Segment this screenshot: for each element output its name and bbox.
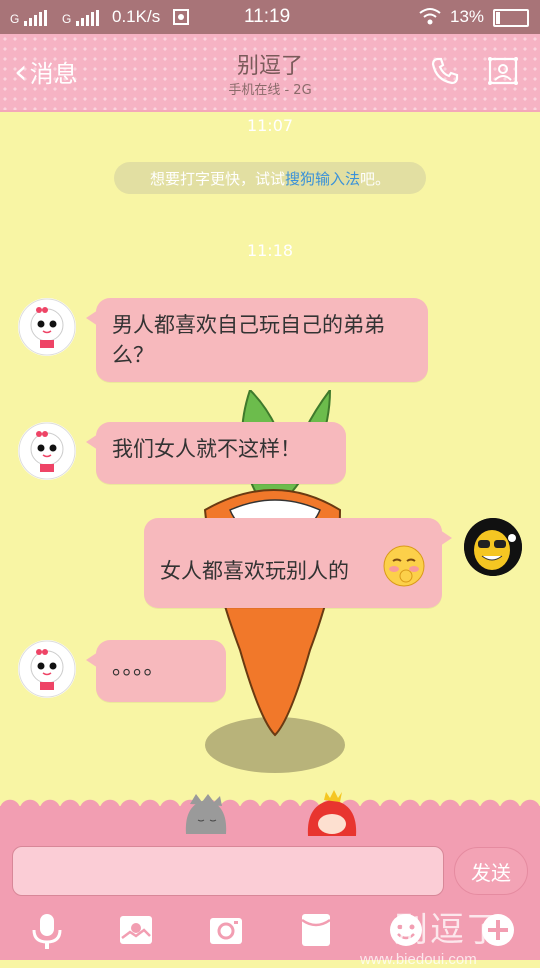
composer-bar: 发送 别逗了 www.biedoui.com <box>0 790 540 968</box>
tip-link[interactable]: 搜狗输入法 <box>285 168 360 189</box>
camera-icon[interactable] <box>208 914 244 950</box>
battery-percent: 13% <box>450 7 485 26</box>
input-method-tip: 想要打字更快，试试 搜狗输入法 吧。 <box>114 162 426 194</box>
red-envelope-icon[interactable] <box>300 912 332 952</box>
signal-icon <box>76 10 99 26</box>
tip-text: 想要打字更快，试试 <box>149 169 285 188</box>
princess-character-decoration <box>304 790 360 840</box>
timestamp: 11:07 <box>246 116 294 135</box>
gray-character-decoration <box>180 794 232 840</box>
sim1-label: G <box>10 12 20 26</box>
watermark: 别逗了 www.biedoui.com <box>360 902 502 968</box>
contact-avatar[interactable] <box>18 422 76 480</box>
chat-header: ‹ 消息 别逗了 手机在线 - 2G <box>0 34 540 112</box>
profile-icon[interactable] <box>486 56 520 90</box>
contact-avatar[interactable] <box>18 640 76 698</box>
blushing-emoji-icon <box>382 544 426 596</box>
chat-area[interactable]: 11:07 想要打字更快，试试 搜狗输入法 吧。 11:18 男人都喜欢自己玩自己的… <box>0 110 540 810</box>
message-bubble-received[interactable]: 男人都喜欢自己玩自己的弟弟么？ <box>86 298 428 382</box>
message-bubble-received[interactable]: 。。。。 <box>86 640 226 702</box>
timestamp: 11:18 <box>246 241 294 260</box>
send-button[interactable]: 发送 <box>454 847 528 895</box>
sim2-label: G <box>62 12 72 26</box>
my-avatar[interactable] <box>464 518 522 576</box>
battery-icon <box>493 9 529 27</box>
microphone-icon[interactable] <box>30 912 64 956</box>
network-speed: 0.1K/s <box>112 7 161 26</box>
status-bar: G G 0.1K/s 11:19 13% <box>0 0 540 34</box>
clock: 11:19 <box>244 6 291 27</box>
screenshot-icon <box>172 8 190 31</box>
signal-icon <box>24 10 47 26</box>
wifi-icon <box>418 7 442 30</box>
image-icon[interactable] <box>118 914 154 950</box>
message-text: 女人都喜欢玩别人的 <box>160 559 349 583</box>
message-bubble-received[interactable]: 我们女人就不这样！ <box>86 422 346 484</box>
tip-text-suffix: 吧。 <box>360 169 391 188</box>
message-input[interactable] <box>12 846 444 896</box>
phone-icon[interactable] <box>430 56 460 90</box>
message-bubble-sent[interactable]: 女人都喜欢玩别人的 <box>144 518 452 608</box>
watermark-title: 别逗了 <box>394 911 502 949</box>
contact-avatar[interactable] <box>18 298 76 356</box>
scallop-decoration <box>0 798 540 814</box>
